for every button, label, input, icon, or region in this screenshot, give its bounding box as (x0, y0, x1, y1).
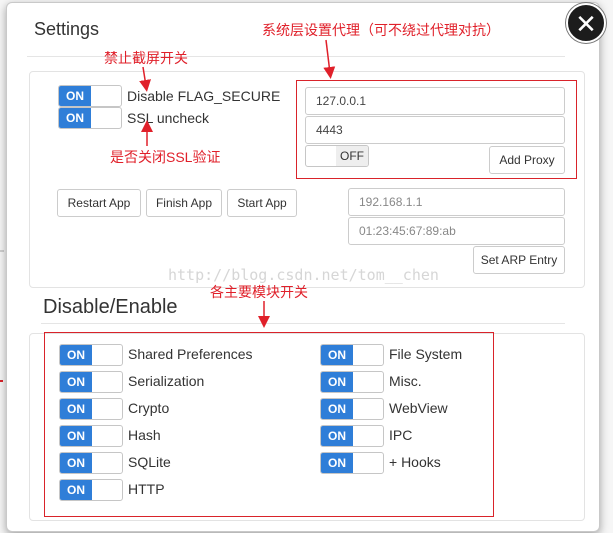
annotation-modules: 各主要模块开关 (210, 284, 308, 300)
flag-secure-label: Disable FLAG_SECURE (127, 88, 281, 104)
toggle-on-label: ON (59, 108, 91, 128)
dialog-title: Settings (34, 19, 100, 39)
set-arp-entry-button[interactable]: Set ARP Entry (473, 246, 565, 274)
toggle-on-label: ON (59, 86, 91, 106)
annotation-proxy: 系统层设置代理（可不绕过代理对抗） (262, 22, 500, 38)
section-divider (41, 323, 565, 324)
finish-app-button[interactable]: Finish App (146, 189, 222, 217)
proxy-annotation-box (296, 80, 577, 179)
start-app-button[interactable]: Start App (227, 189, 297, 217)
modules-section-title: Disable/Enable (43, 296, 178, 318)
modules-annotation-box (44, 332, 494, 517)
ssl-uncheck-toggle[interactable]: ON (58, 107, 122, 129)
ssl-uncheck-label: SSL uncheck (127, 110, 209, 126)
annotation-ssl: 是否关闭SSL验证 (110, 149, 221, 165)
arp-mac-input[interactable]: 01:23:45:67:89:ab (348, 217, 565, 245)
flag-secure-toggle[interactable]: ON (58, 85, 122, 107)
restart-app-button[interactable]: Restart App (57, 189, 141, 217)
background-fragment (0, 380, 3, 382)
arp-ip-input[interactable]: 192.168.1.1 (348, 188, 565, 216)
annotation-flag-secure: 禁止截屏开关 (104, 50, 188, 66)
background-fragment (0, 250, 4, 252)
close-icon[interactable]: ✕ (566, 3, 606, 43)
